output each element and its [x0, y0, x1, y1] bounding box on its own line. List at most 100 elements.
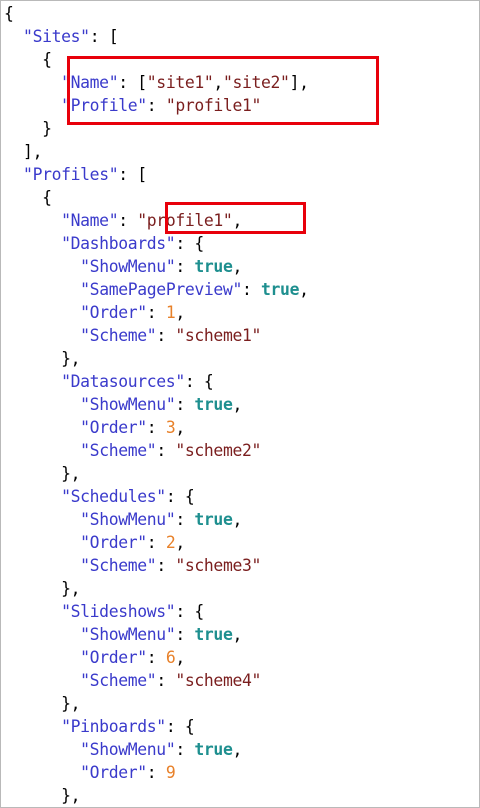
json-punctuation: ,: [232, 395, 242, 414]
json-punctuation: : {: [184, 372, 214, 391]
json-punctuation: :: [156, 671, 176, 690]
code-line: "ShowMenu": true,: [4, 738, 309, 761]
code-line: "Order": 3,: [4, 416, 309, 439]
json-boolean: true: [194, 625, 233, 644]
code-line: "Schedules": {: [4, 485, 309, 508]
json-punctuation: : {: [175, 602, 204, 621]
json-key: "Order": [80, 303, 147, 322]
code-line: "Datasources": {: [4, 370, 309, 393]
json-punctuation: :: [146, 763, 166, 782]
json-punctuation: :: [241, 280, 262, 299]
json-punctuation: :: [175, 395, 195, 414]
json-punctuation: ,: [175, 303, 185, 322]
json-punctuation: ,: [232, 257, 242, 276]
json-punctuation: ,: [299, 280, 309, 299]
code-line: },: [4, 692, 309, 715]
code-line: "Profiles": [: [4, 163, 309, 186]
json-string: "scheme3": [175, 556, 262, 575]
json-string: "scheme2": [175, 441, 262, 460]
json-punctuation: ,: [175, 418, 185, 437]
json-key: "Pinboards": [61, 717, 166, 736]
json-boolean: true: [261, 280, 300, 299]
json-key: "Scheme": [80, 441, 157, 460]
json-boolean: true: [194, 740, 233, 759]
code-line: "ShowMenu": true,: [4, 623, 309, 646]
json-punctuation: ],: [23, 142, 43, 161]
json-key: "Order": [80, 648, 147, 667]
json-key: "Scheme": [80, 556, 157, 575]
json-key: "ShowMenu": [80, 625, 176, 644]
json-string: "scheme1": [175, 326, 262, 345]
code-line: "Scheme": "scheme2": [4, 439, 309, 462]
code-line: "ShowMenu": true,: [4, 508, 309, 531]
code-line: "ShowMenu": true,: [4, 393, 309, 416]
json-punctuation: :: [156, 556, 176, 575]
json-punctuation: :: [175, 257, 195, 276]
json-key: "SamePagePreview": [80, 280, 242, 299]
json-punctuation: :: [175, 740, 195, 759]
json-punctuation: {: [42, 188, 52, 207]
json-punctuation: },: [61, 694, 81, 713]
json-punctuation: :: [175, 625, 195, 644]
code-line: {: [4, 2, 309, 25]
json-key: "ShowMenu": [80, 510, 176, 529]
json-punctuation: },: [61, 579, 81, 598]
json-boolean: true: [194, 395, 233, 414]
json-punctuation: : [: [118, 165, 147, 184]
code-line: "Slideshows": {: [4, 600, 309, 623]
highlight-profile-name: [165, 202, 306, 234]
json-punctuation: :: [118, 211, 138, 230]
code-line: },: [4, 784, 309, 807]
json-key: "ShowMenu": [80, 257, 176, 276]
json-punctuation: :: [146, 533, 166, 552]
json-punctuation: :: [146, 303, 166, 322]
json-punctuation: ,: [175, 648, 185, 667]
code-line: "Scheme": "scheme1": [4, 324, 309, 347]
code-line: },: [4, 347, 309, 370]
code-line: ],: [4, 140, 309, 163]
json-string: "scheme4": [175, 671, 262, 690]
code-line: "Pinboards": {: [4, 715, 309, 738]
json-number: 2: [165, 533, 176, 552]
json-key: "Name": [61, 211, 119, 230]
json-punctuation: : {: [175, 234, 204, 253]
json-key: "Profiles": [23, 165, 119, 184]
json-key: "ShowMenu": [80, 740, 176, 759]
json-punctuation: :: [175, 510, 195, 529]
code-line: "SamePagePreview": true,: [4, 278, 309, 301]
json-punctuation: ,: [232, 510, 242, 529]
json-punctuation: :: [156, 441, 176, 460]
code-line: "Order": 9: [4, 761, 309, 784]
json-key: "Dashboards": [61, 234, 176, 253]
code-line: "ShowMenu": true,: [4, 255, 309, 278]
json-key: "Scheme": [80, 326, 157, 345]
json-viewer: { "Sites": [ { "Name": ["site1","site2"]…: [0, 0, 480, 808]
json-key: "Scheme": [80, 671, 157, 690]
json-punctuation: :: [146, 648, 166, 667]
json-number: 1: [165, 303, 176, 322]
json-punctuation: :: [156, 326, 176, 345]
json-key: "Order": [80, 763, 147, 782]
json-punctuation: },: [61, 786, 81, 805]
json-number: 9: [165, 763, 176, 782]
json-punctuation: {: [4, 4, 14, 23]
json-key: "Order": [80, 418, 147, 437]
code-line: "Scheme": "scheme3": [4, 554, 309, 577]
code-line: "Order": 6,: [4, 646, 309, 669]
json-punctuation: : {: [165, 487, 195, 506]
json-key: "Schedules": [61, 487, 166, 506]
json-punctuation: {: [42, 50, 52, 69]
json-number: 3: [165, 418, 176, 437]
json-key: "Slideshows": [61, 602, 176, 621]
json-number: 6: [165, 648, 176, 667]
json-punctuation: },: [61, 464, 81, 483]
json-punctuation: :: [146, 418, 166, 437]
json-boolean: true: [194, 510, 233, 529]
json-punctuation: ,: [175, 533, 185, 552]
code-line: },: [4, 577, 309, 600]
code-line: "Scheme": "scheme4": [4, 669, 309, 692]
code-line: "Sites": [: [4, 25, 309, 48]
json-punctuation: : [: [89, 27, 119, 46]
json-punctuation: }: [42, 119, 52, 138]
json-key: "Datasources": [61, 372, 185, 391]
